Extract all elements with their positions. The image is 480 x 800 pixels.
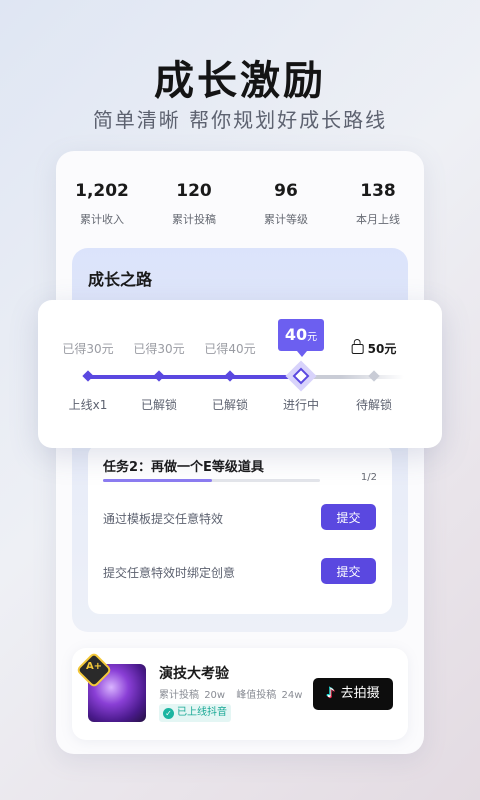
challenge-title: 演技大考验: [159, 666, 229, 682]
step-label: 已解锁: [140, 398, 178, 412]
milestone-dot: [224, 370, 236, 382]
page-subtitle: 简单清晰 帮你规划好成长路线: [92, 108, 388, 132]
task-item-text: 通过模板提交任意特效: [103, 512, 224, 526]
submit-button[interactable]: 提交: [321, 504, 376, 530]
locked-reward: 50元: [351, 339, 397, 357]
stats-row: 1,202 累计收入 120 累计投稿 96 累计等级 138 本月上线: [56, 181, 424, 227]
meta-value: 20w: [204, 690, 226, 701]
growth-card: 1,202 累计收入 120 累计投稿 96 累计等级 138 本月上线 成长之…: [56, 151, 424, 754]
grade-label: A+: [85, 661, 103, 672]
progress-track-fill: [88, 375, 301, 379]
challenge-meta: 累计投稿 20w 峰值投稿 24w: [159, 686, 304, 701]
task-progress-fill: [103, 479, 212, 482]
growth-progress-popup: 已得30元 已得30元 已得40元 50元 40元 上线x1 已解锁 已解锁 进…: [38, 300, 442, 448]
task-title: 任务2：再做一个E等级道具: [103, 460, 264, 475]
task-panel: 任务2：再做一个E等级道具 1/2 通过模板提交任意特效 提交 提交任意特效时绑…: [88, 444, 392, 614]
task-progress-count: 1/2: [360, 472, 377, 483]
stat-label: 本月上线: [356, 213, 400, 226]
milestone-dot: [368, 370, 380, 382]
stat-value: 138: [360, 181, 396, 201]
milestone-dot: [153, 370, 165, 382]
meta-label: 峰值投稿: [236, 690, 277, 701]
status-badge: ✓ 已上线抖音: [159, 704, 231, 722]
stat-label: 累计收入: [80, 213, 124, 226]
reward-label: 已得40元: [204, 342, 256, 356]
task-progress-bar: [103, 479, 320, 482]
meta-label: 累计投稿: [159, 690, 199, 701]
challenge-card[interactable]: A+ 演技大考验 累计投稿 20w 峰值投稿 24w ✓ 已上线抖音 ♪ 去拍摄: [72, 648, 408, 740]
reward-amount: 50元: [367, 342, 397, 356]
page-title: 成长激励: [154, 58, 326, 104]
button-label: 去拍摄: [340, 686, 380, 701]
stat-label: 累计投稿: [172, 213, 216, 226]
milestone-dot: [82, 370, 94, 382]
go-shoot-button[interactable]: ♪ 去拍摄: [313, 678, 393, 710]
progress-track: [88, 375, 404, 379]
status-text: 已上线抖音: [177, 707, 227, 718]
current-reward-unit: 元: [307, 332, 318, 343]
tiktok-icon: ♪: [326, 686, 335, 701]
stat-total-submissions: 120 累计投稿: [148, 181, 240, 227]
current-reward-bubble: 40元: [278, 319, 324, 357]
stat-value: 1,202: [75, 181, 129, 201]
check-icon: ✓: [163, 708, 174, 719]
stat-monthly-online: 138 本月上线: [332, 181, 424, 227]
milestone-current-dot: [285, 360, 317, 392]
current-reward-value: 40: [284, 325, 308, 344]
stat-label: 累计等级: [264, 213, 308, 226]
stat-total-income: 1,202 累计收入: [56, 181, 148, 227]
lock-icon: [351, 339, 364, 354]
submit-button[interactable]: 提交: [321, 558, 376, 584]
meta-value: 24w: [281, 690, 303, 701]
stat-total-level: 96 累计等级: [240, 181, 332, 227]
step-label: 进行中: [282, 398, 320, 412]
reward-label: 已得30元: [133, 342, 185, 356]
step-label: 待解锁: [355, 398, 393, 412]
section-title: 成长之路: [88, 270, 153, 289]
step-label: 上线x1: [68, 398, 108, 412]
stat-value: 120: [176, 181, 212, 201]
reward-label: 已得30元: [62, 342, 114, 356]
task-item-text: 提交任意特效时绑定创意: [103, 566, 236, 580]
step-label: 已解锁: [211, 398, 249, 412]
stat-value: 96: [274, 181, 298, 201]
